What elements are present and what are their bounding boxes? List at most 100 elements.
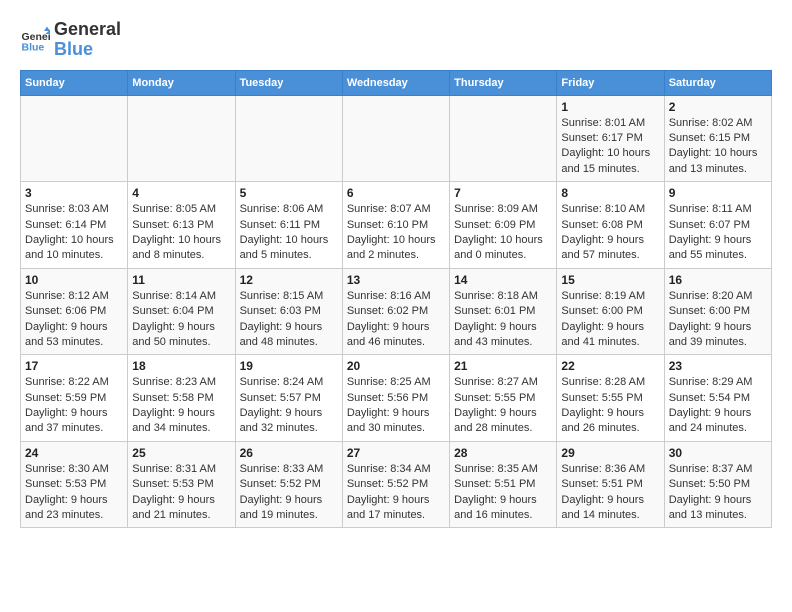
logo-icon: General Blue: [20, 25, 50, 55]
weekday-header-sunday: Sunday: [21, 70, 128, 95]
calendar-cell: 6 Sunrise: 8:07 AM Sunset: 6:10 PM Daylig…: [342, 182, 449, 269]
calendar-week-row: 1 Sunrise: 8:01 AM Sunset: 6:17 PM Daylig…: [21, 95, 772, 182]
day-info: Sunrise: 8:23 AM Sunset: 5:58 PM Dayligh…: [132, 375, 230, 437]
calendar-cell: [450, 95, 557, 182]
day-info: Sunrise: 8:14 AM Sunset: 6:04 PM Dayligh…: [132, 289, 230, 351]
day-number: 21: [454, 359, 552, 373]
calendar-cell: 10 Sunrise: 8:12 AM Sunset: 6:06 PM Dayli…: [21, 268, 128, 355]
day-info: Sunrise: 8:07 AM Sunset: 6:10 PM Dayligh…: [347, 202, 445, 264]
calendar-cell: [21, 95, 128, 182]
day-number: 3: [25, 186, 123, 200]
calendar-week-row: 3 Sunrise: 8:03 AM Sunset: 6:14 PM Daylig…: [21, 182, 772, 269]
day-info: Sunrise: 8:22 AM Sunset: 5:59 PM Dayligh…: [25, 375, 123, 437]
weekday-header-wednesday: Wednesday: [342, 70, 449, 95]
weekday-header-thursday: Thursday: [450, 70, 557, 95]
calendar-cell: [342, 95, 449, 182]
page-header: General Blue GeneralBlue: [20, 20, 772, 60]
calendar-cell: 12 Sunrise: 8:15 AM Sunset: 6:03 PM Dayli…: [235, 268, 342, 355]
day-info: Sunrise: 8:19 AM Sunset: 6:00 PM Dayligh…: [561, 289, 659, 351]
day-info: Sunrise: 8:18 AM Sunset: 6:01 PM Dayligh…: [454, 289, 552, 351]
day-info: Sunrise: 8:01 AM Sunset: 6:17 PM Dayligh…: [561, 116, 659, 178]
calendar-table: SundayMondayTuesdayWednesdayThursdayFrid…: [20, 70, 772, 529]
day-number: 14: [454, 273, 552, 287]
calendar-cell: [128, 95, 235, 182]
day-info: Sunrise: 8:03 AM Sunset: 6:14 PM Dayligh…: [25, 202, 123, 264]
calendar-cell: 13 Sunrise: 8:16 AM Sunset: 6:02 PM Dayli…: [342, 268, 449, 355]
day-info: Sunrise: 8:16 AM Sunset: 6:02 PM Dayligh…: [347, 289, 445, 351]
day-info: Sunrise: 8:09 AM Sunset: 6:09 PM Dayligh…: [454, 202, 552, 264]
day-number: 2: [669, 100, 767, 114]
calendar-cell: 5 Sunrise: 8:06 AM Sunset: 6:11 PM Daylig…: [235, 182, 342, 269]
day-info: Sunrise: 8:20 AM Sunset: 6:00 PM Dayligh…: [669, 289, 767, 351]
day-number: 12: [240, 273, 338, 287]
calendar-cell: 23 Sunrise: 8:29 AM Sunset: 5:54 PM Dayli…: [664, 355, 771, 442]
calendar-cell: 27Sunrise: 8:34 AM Sunset: 5:52 PM Dayli…: [342, 441, 449, 528]
calendar-cell: 14 Sunrise: 8:18 AM Sunset: 6:01 PM Dayli…: [450, 268, 557, 355]
day-info: Sunrise: 8:25 AM Sunset: 5:56 PM Dayligh…: [347, 375, 445, 437]
calendar-cell: 8 Sunrise: 8:10 AM Sunset: 6:08 PM Daylig…: [557, 182, 664, 269]
day-info: Sunrise: 8:02 AM Sunset: 6:15 PM Dayligh…: [669, 116, 767, 178]
day-number: 5: [240, 186, 338, 200]
day-number: 19: [240, 359, 338, 373]
weekday-header-row: SundayMondayTuesdayWednesdayThursdayFrid…: [21, 70, 772, 95]
calendar-cell: 3 Sunrise: 8:03 AM Sunset: 6:14 PM Daylig…: [21, 182, 128, 269]
logo: General Blue GeneralBlue: [20, 20, 121, 60]
calendar-week-row: 24 Sunrise: 8:30 AM Sunset: 5:53 PM Dayli…: [21, 441, 772, 528]
weekday-header-tuesday: Tuesday: [235, 70, 342, 95]
calendar-cell: 30 Sunrise: 8:37 AM Sunset: 5:50 PM Dayli…: [664, 441, 771, 528]
day-info: Sunrise: 8:31 AM Sunset: 5:53 PM Dayligh…: [132, 462, 230, 524]
day-number: 17: [25, 359, 123, 373]
day-number: 9: [669, 186, 767, 200]
calendar-cell: 9 Sunrise: 8:11 AM Sunset: 6:07 PM Daylig…: [664, 182, 771, 269]
day-number: 29: [561, 446, 659, 460]
calendar-cell: 19Sunrise: 8:24 AM Sunset: 5:57 PM Dayli…: [235, 355, 342, 442]
calendar-cell: 18 Sunrise: 8:23 AM Sunset: 5:58 PM Dayli…: [128, 355, 235, 442]
calendar-cell: 21 Sunrise: 8:27 AM Sunset: 5:55 PM Dayli…: [450, 355, 557, 442]
day-number: 15: [561, 273, 659, 287]
day-info: Sunrise: 8:34 AM Sunset: 5:52 PM Dayligh…: [347, 462, 445, 524]
day-number: 1: [561, 100, 659, 114]
calendar-cell: 11Sunrise: 8:14 AM Sunset: 6:04 PM Dayli…: [128, 268, 235, 355]
calendar-cell: 2 Sunrise: 8:02 AM Sunset: 6:15 PM Daylig…: [664, 95, 771, 182]
day-info: Sunrise: 8:11 AM Sunset: 6:07 PM Dayligh…: [669, 202, 767, 264]
day-info: Sunrise: 8:05 AM Sunset: 6:13 PM Dayligh…: [132, 202, 230, 264]
day-info: Sunrise: 8:35 AM Sunset: 5:51 PM Dayligh…: [454, 462, 552, 524]
day-number: 30: [669, 446, 767, 460]
weekday-header-monday: Monday: [128, 70, 235, 95]
calendar-cell: 20Sunrise: 8:25 AM Sunset: 5:56 PM Dayli…: [342, 355, 449, 442]
calendar-week-row: 17 Sunrise: 8:22 AM Sunset: 5:59 PM Dayli…: [21, 355, 772, 442]
calendar-cell: 28 Sunrise: 8:35 AM Sunset: 5:51 PM Dayli…: [450, 441, 557, 528]
day-info: Sunrise: 8:29 AM Sunset: 5:54 PM Dayligh…: [669, 375, 767, 437]
day-info: Sunrise: 8:10 AM Sunset: 6:08 PM Dayligh…: [561, 202, 659, 264]
day-info: Sunrise: 8:27 AM Sunset: 5:55 PM Dayligh…: [454, 375, 552, 437]
day-info: Sunrise: 8:06 AM Sunset: 6:11 PM Dayligh…: [240, 202, 338, 264]
calendar-cell: [235, 95, 342, 182]
day-info: Sunrise: 8:15 AM Sunset: 6:03 PM Dayligh…: [240, 289, 338, 351]
day-number: 18: [132, 359, 230, 373]
calendar-week-row: 10 Sunrise: 8:12 AM Sunset: 6:06 PM Dayli…: [21, 268, 772, 355]
logo-text-line1: GeneralBlue: [54, 20, 121, 60]
day-info: Sunrise: 8:12 AM Sunset: 6:06 PM Dayligh…: [25, 289, 123, 351]
calendar-cell: 1 Sunrise: 8:01 AM Sunset: 6:17 PM Daylig…: [557, 95, 664, 182]
weekday-header-friday: Friday: [557, 70, 664, 95]
calendar-cell: 24 Sunrise: 8:30 AM Sunset: 5:53 PM Dayli…: [21, 441, 128, 528]
calendar-cell: 17 Sunrise: 8:22 AM Sunset: 5:59 PM Dayli…: [21, 355, 128, 442]
weekday-header-saturday: Saturday: [664, 70, 771, 95]
day-number: 8: [561, 186, 659, 200]
day-number: 10: [25, 273, 123, 287]
calendar-cell: 7Sunrise: 8:09 AM Sunset: 6:09 PM Daylig…: [450, 182, 557, 269]
day-info: Sunrise: 8:36 AM Sunset: 5:51 PM Dayligh…: [561, 462, 659, 524]
day-number: 23: [669, 359, 767, 373]
calendar-cell: 29 Sunrise: 8:36 AM Sunset: 5:51 PM Dayli…: [557, 441, 664, 528]
day-info: Sunrise: 8:37 AM Sunset: 5:50 PM Dayligh…: [669, 462, 767, 524]
day-number: 24: [25, 446, 123, 460]
day-number: 16: [669, 273, 767, 287]
day-number: 6: [347, 186, 445, 200]
day-number: 13: [347, 273, 445, 287]
day-info: Sunrise: 8:30 AM Sunset: 5:53 PM Dayligh…: [25, 462, 123, 524]
calendar-cell: 16 Sunrise: 8:20 AM Sunset: 6:00 PM Dayli…: [664, 268, 771, 355]
day-number: 28: [454, 446, 552, 460]
calendar-cell: 25Sunrise: 8:31 AM Sunset: 5:53 PM Dayli…: [128, 441, 235, 528]
calendar-cell: 4Sunrise: 8:05 AM Sunset: 6:13 PM Daylig…: [128, 182, 235, 269]
day-number: 22: [561, 359, 659, 373]
